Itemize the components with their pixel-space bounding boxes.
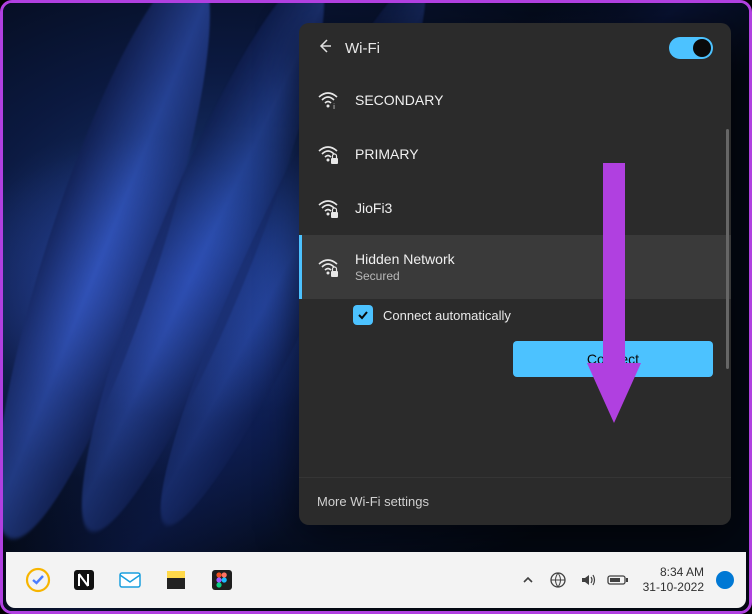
tray-volume-icon[interactable] [575, 560, 601, 600]
taskbar-app-mail[interactable] [110, 560, 150, 600]
wifi-toggle[interactable] [669, 37, 713, 59]
auto-connect-label: Connect automatically [383, 308, 511, 323]
tray-overflow-chevron-icon[interactable] [515, 560, 541, 600]
network-list: i SECONDARY PRIMARY JioFi3 [299, 73, 731, 477]
auto-connect-row: Connect automatically [299, 299, 731, 341]
taskbar-app-ticktick[interactable] [18, 560, 58, 600]
taskbar-app-notion[interactable] [64, 560, 104, 600]
taskbar-app-figma[interactable] [202, 560, 242, 600]
network-name: SECONDARY [355, 92, 443, 108]
taskbar-date: 31-10-2022 [643, 580, 704, 595]
connect-button[interactable]: Connect [513, 341, 713, 377]
network-item-jiofi3[interactable]: JioFi3 [299, 181, 731, 235]
network-item-secondary[interactable]: i SECONDARY [299, 73, 731, 127]
network-name: Hidden Network [355, 251, 455, 267]
wifi-secured-icon [317, 256, 339, 278]
network-name: PRIMARY [355, 146, 419, 162]
taskbar-time: 8:34 AM [643, 565, 704, 580]
back-arrow-icon[interactable] [317, 38, 333, 59]
auto-connect-checkbox[interactable] [353, 305, 373, 325]
network-name: JioFi3 [355, 200, 392, 216]
notification-badge[interactable] [716, 571, 734, 589]
network-item-hidden[interactable]: Hidden Network Secured [299, 235, 731, 299]
network-item-primary[interactable]: PRIMARY [299, 127, 731, 181]
taskbar-clock[interactable]: 8:34 AM 31-10-2022 [635, 565, 712, 595]
wifi-secured-icon [317, 197, 339, 219]
panel-title: Wi-Fi [345, 40, 657, 57]
more-wifi-settings-link[interactable]: More Wi-Fi settings [299, 477, 731, 525]
tray-language-icon[interactable] [545, 560, 571, 600]
wifi-signal-icon: i [317, 89, 339, 111]
wifi-quick-settings-panel: Wi-Fi i SECONDARY PRIMARY JioFi3 [299, 23, 731, 525]
tray-battery-icon[interactable] [605, 560, 631, 600]
scrollbar[interactable] [726, 129, 729, 369]
taskbar: 8:34 AM 31-10-2022 [6, 552, 746, 608]
network-status: Secured [355, 269, 455, 283]
wifi-secured-icon [317, 143, 339, 165]
taskbar-app-notes[interactable] [156, 560, 196, 600]
